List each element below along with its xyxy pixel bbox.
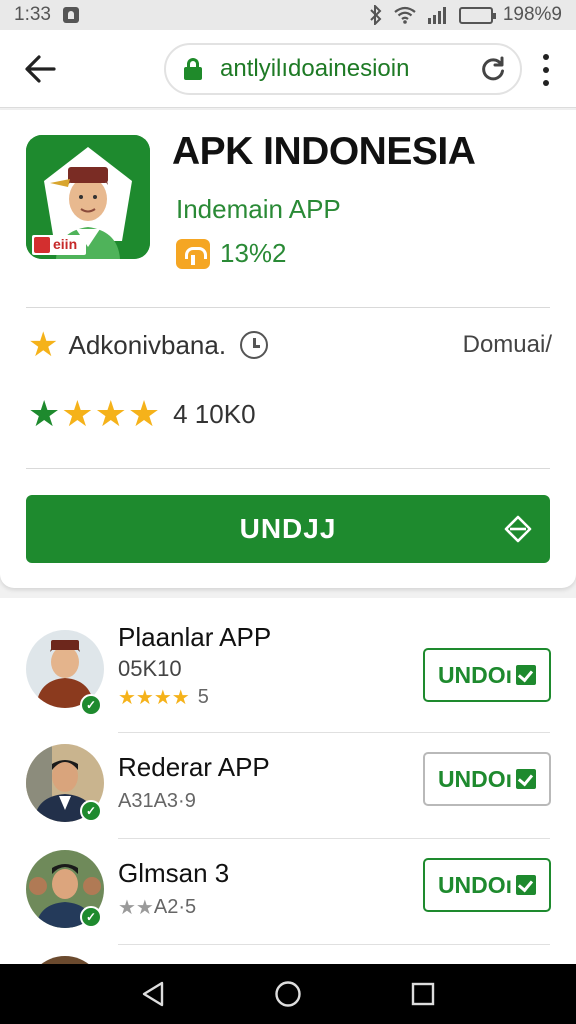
- install-button[interactable]: UNDOı: [423, 752, 551, 806]
- rating-text: 4 10K0: [173, 398, 256, 429]
- list-item-subtitle: 05K10: [118, 656, 182, 681]
- back-button[interactable]: [0, 30, 80, 108]
- list-item-rating: ★★ A2·5: [118, 896, 196, 919]
- verified-check-icon: ✓: [80, 906, 102, 928]
- divider: [26, 468, 550, 469]
- verified-check-icon: ✓: [80, 800, 102, 822]
- related-apps-list: ✓ Plaanlar APP 05K10 ★★★★ 5 UNDOı ✓ Rede…: [0, 598, 576, 964]
- app-developer[interactable]: Indemain APP: [176, 194, 341, 225]
- rating-star-icon: ★: [61, 393, 94, 434]
- reload-icon: [482, 56, 504, 81]
- more-vert-icon[interactable]: [534, 54, 558, 86]
- list-item-name: Glmsan 3: [118, 858, 230, 888]
- list-item[interactable]: ✓ Glmsan 3 ★★ A2·5 UNDOı: [0, 850, 576, 956]
- download-arrow-icon: [504, 515, 532, 543]
- nav-back-icon: [143, 981, 164, 1007]
- url-text: antlyilıdoainesioin: [220, 55, 410, 82]
- install-button-label: UNDOı: [437, 661, 513, 688]
- list-item[interactable]: ✓ Rederar APP A31A3·9 UNDOı: [0, 744, 576, 850]
- back-arrow-icon: [25, 54, 56, 83]
- nav-home-button[interactable]: [268, 974, 308, 1014]
- download-button[interactable]: UNDJJ: [26, 495, 550, 563]
- wifi-icon: [394, 6, 416, 24]
- rating-star-icon: ★: [94, 393, 127, 434]
- nav-back-button[interactable]: [133, 974, 173, 1014]
- list-item-rating: A31A3·9: [118, 790, 196, 813]
- install-button-label: UNDOı: [437, 871, 513, 898]
- info-right-text: Domuai/: [462, 331, 552, 358]
- app-size-row: 13%2: [176, 238, 287, 269]
- install-button-label: UNDOı: [437, 765, 513, 792]
- list-item-name: Plaanlar APP: [118, 622, 272, 652]
- download-size-icon: [176, 238, 210, 269]
- app-icon-badge-text: eiin: [53, 236, 78, 252]
- battery-icon: [458, 6, 496, 24]
- bluetooth-icon: [370, 5, 382, 25]
- app-info-row: ★ Adkonivbana. Domuai/: [28, 328, 552, 362]
- rating-value: 5: [197, 686, 209, 708]
- nav-recents-button[interactable]: [403, 974, 443, 1014]
- app-size: 13%2: [220, 238, 287, 268]
- star-icon: ★: [28, 326, 59, 364]
- system-nav-bar: [0, 964, 576, 1024]
- download-button-label: UNDJJ: [239, 513, 337, 544]
- divider: [26, 307, 550, 308]
- install-button[interactable]: UNDOı: [423, 858, 551, 912]
- nav-home-icon: [275, 981, 301, 1007]
- lock-icon: [184, 58, 202, 80]
- list-item-name: Rederar APP: [118, 752, 270, 782]
- browser-toolbar: antlyilıdoainesioin: [0, 30, 576, 108]
- list-item-rating: ★★★★ 5: [118, 686, 209, 709]
- rating-stars: ★★: [118, 896, 154, 919]
- check-box-icon: [516, 769, 537, 789]
- rating-value: A2·5: [153, 896, 197, 918]
- install-button[interactable]: UNDOı: [423, 648, 551, 702]
- rating-stars: ★★★★: [118, 686, 190, 709]
- rating-star-icon: ★: [28, 393, 61, 434]
- avatar: [26, 956, 104, 964]
- check-box-icon: [516, 875, 537, 895]
- info-label: Adkonivbana.: [68, 329, 227, 360]
- divider: [118, 732, 550, 733]
- status-bar: 1:33 198%9: [0, 0, 576, 30]
- battery-percent: 198%9: [502, 4, 562, 25]
- app-title: APK INDONESIA: [172, 130, 476, 173]
- verified-check-icon: ✓: [80, 694, 102, 716]
- signal-icon: [427, 7, 446, 24]
- divider: [118, 838, 550, 839]
- check-box-icon: [516, 665, 537, 685]
- rating-star-icon: ★: [127, 393, 161, 434]
- address-bar[interactable]: antlyilıdoainesioin: [164, 43, 522, 95]
- rating-row: ★ ★ ★ ★ 4 10K0: [28, 396, 256, 432]
- list-item[interactable]: ✓ Plaanlar APP 05K10 ★★★★ 5 UNDOı: [0, 622, 576, 728]
- app-icon: eiin: [26, 135, 150, 259]
- clock-icon: [240, 331, 269, 359]
- app-detail-card: eiin APK INDONESIA Indemain APP 13%2 ★ A…: [0, 110, 576, 588]
- notification-icon: [62, 7, 79, 23]
- divider: [118, 944, 550, 945]
- reload-button[interactable]: [478, 54, 508, 84]
- rating-value: A31A3·9: [118, 790, 196, 812]
- nav-recents-icon: [411, 982, 434, 1006]
- status-time: 1:33: [14, 4, 51, 25]
